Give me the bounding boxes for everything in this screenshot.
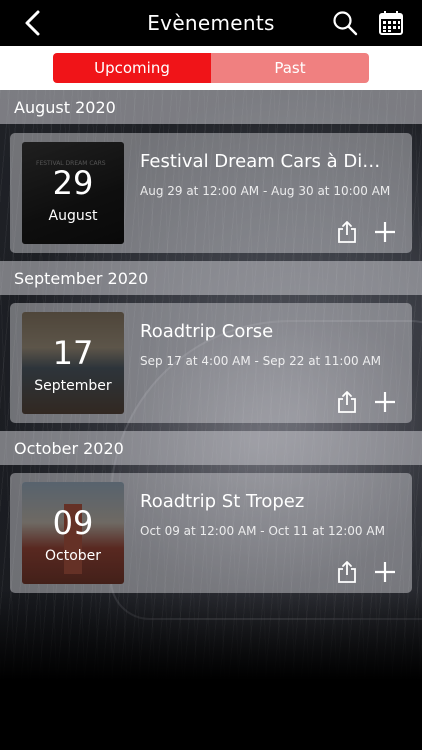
event-title: Roadtrip Corse — [140, 321, 274, 342]
events-list[interactable]: August 2020 FESTIVAL DREAM CARS 29 Augus… — [0, 90, 422, 680]
event-title: Roadtrip St Tropez — [140, 491, 305, 512]
section-header-august: August 2020 — [0, 90, 422, 124]
event-month: August — [48, 208, 98, 224]
event-thumbnail: 09 October — [22, 482, 124, 584]
event-card-roadtrip-st-tropez[interactable]: 09 October Roadtrip St Tropez Oct 09 at … — [10, 473, 412, 593]
plus-icon[interactable] — [374, 561, 396, 583]
share-icon[interactable] — [336, 560, 358, 584]
event-card-festival-dream-cars[interactable]: FESTIVAL DREAM CARS 29 August Festival D… — [10, 133, 412, 253]
page-title: Evènements — [147, 11, 275, 35]
tab-upcoming[interactable]: Upcoming — [53, 53, 211, 83]
calendar-icon[interactable] — [378, 10, 404, 36]
plus-icon[interactable] — [374, 221, 396, 243]
chevron-left-icon[interactable] — [20, 9, 46, 37]
event-dates: Aug 29 at 12:00 AM - Aug 30 at 10:00 AM — [140, 184, 391, 198]
tab-bar: Upcoming Past — [0, 46, 422, 90]
event-day: 17 — [52, 334, 94, 372]
event-dates: Oct 09 at 12:00 AM - Oct 11 at 12:00 AM — [140, 524, 385, 538]
segmented-control: Upcoming Past — [53, 53, 369, 83]
top-bar: Evènements — [0, 0, 422, 46]
event-card-roadtrip-corse[interactable]: 17 September Roadtrip Corse Sep 17 at 4:… — [10, 303, 412, 423]
share-icon[interactable] — [336, 220, 358, 244]
event-month: September — [34, 378, 112, 394]
bottom-area — [0, 680, 422, 750]
share-icon[interactable] — [336, 390, 358, 414]
event-dates: Sep 17 at 4:00 AM - Sep 22 at 11:00 AM — [140, 354, 382, 368]
plus-icon[interactable] — [374, 391, 396, 413]
event-thumbnail: 17 September — [22, 312, 124, 414]
event-thumbnail: FESTIVAL DREAM CARS 29 August — [22, 142, 124, 244]
search-icon[interactable] — [332, 10, 358, 36]
section-header-september: September 2020 — [0, 261, 422, 295]
event-day: 29 — [52, 164, 94, 202]
event-month: October — [44, 548, 102, 564]
event-day: 09 — [52, 504, 94, 542]
tab-past[interactable]: Past — [211, 53, 369, 83]
section-header-october: October 2020 — [0, 431, 422, 465]
event-title: Festival Dream Cars à Divo... — [140, 151, 390, 172]
